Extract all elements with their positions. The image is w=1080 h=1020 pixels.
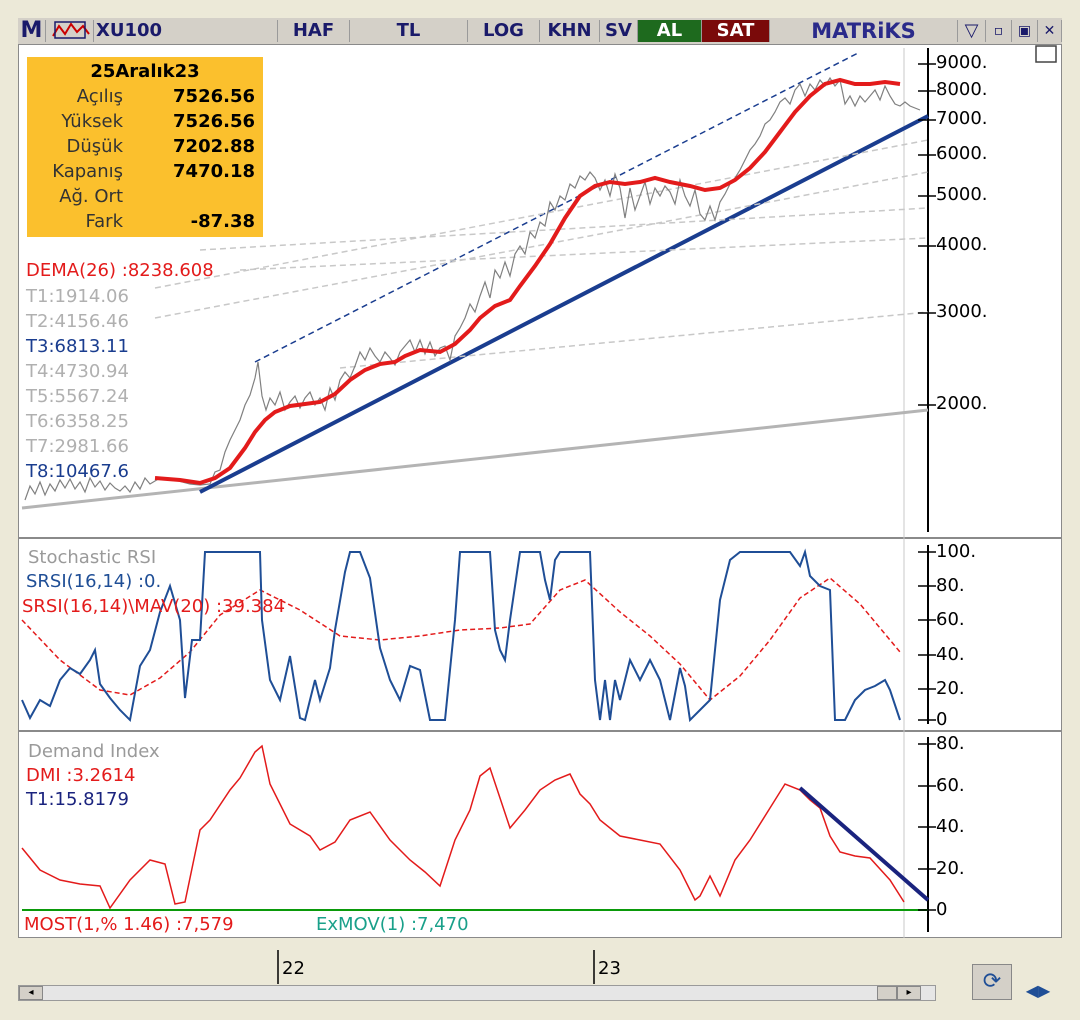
info-row-high: Yüksek 7526.56 — [61, 111, 255, 132]
price-tick-label: 7000. — [936, 108, 988, 129]
trend-label-t4: T4:4730.94 — [26, 361, 129, 382]
srsi-label: SRSI(16,14) :0. — [26, 571, 162, 592]
trend-line-t5 — [154, 171, 929, 319]
info-date: 25Aralık23 — [90, 61, 200, 82]
stoch-tick-label: 0 — [936, 709, 948, 730]
stoch-tick-label: 40. — [936, 644, 965, 665]
demand-tick-label: 40. — [936, 816, 965, 837]
demand-tick-label: 80. — [936, 733, 965, 754]
demand-tick-label: 20. — [936, 858, 965, 879]
prev-next-arrows-icon[interactable]: ◀▶ — [1018, 982, 1058, 1000]
demand-tick-label: 60. — [936, 775, 965, 796]
scroll-right-arrow-icon[interactable]: ▸ — [897, 986, 921, 1000]
info-row-close: Kapanış 7470.18 — [52, 161, 255, 182]
demand-trend-line[interactable] — [798, 786, 930, 902]
trend-line-t7 — [339, 311, 929, 369]
price-tick-label: 2000. — [936, 393, 988, 414]
price-tick-label: 3000. — [936, 301, 988, 322]
info-row-low: Düşük 7202.88 — [66, 136, 255, 157]
demand-t1-label: T1:15.8179 — [26, 789, 129, 810]
trend-line-t1 — [21, 408, 929, 510]
scroll-left-arrow-icon[interactable]: ◂ — [19, 986, 43, 1000]
exmov-label: ExMOV(1) :7,470 — [316, 914, 469, 935]
trend-line-t2 — [239, 237, 929, 271]
dema-label: DEMA(26) :8238.608 — [26, 260, 214, 281]
info-row-wavg: Ağ. Ort — [59, 186, 123, 207]
scroll-thumb[interactable] — [877, 986, 897, 1000]
stoch-tick-label: 100. — [936, 541, 977, 562]
refresh-icon[interactable]: ⟳ — [972, 964, 1012, 1000]
trend-label-t1: T1:1914.06 — [26, 286, 129, 307]
most-label: MOST(1,% 1.46) :7,579 — [24, 914, 234, 935]
trend-line-t8 — [254, 51, 861, 363]
trend-label-t3: T3:6813.11 — [26, 336, 129, 357]
trend-label-t8: T8:10467.6 — [26, 461, 129, 482]
trend-label-t5: T5:5567.24 — [26, 386, 129, 407]
demand-tick-label: 0 — [936, 899, 948, 920]
price-tick-label: 9000. — [936, 52, 988, 73]
time-label-22: 22 — [282, 958, 305, 979]
stoch-tick-label: 20. — [936, 678, 965, 699]
dema-line[interactable] — [154, 77, 901, 486]
info-row-change: Fark -87.38 — [85, 211, 255, 232]
stoch-title: Stochastic RSI — [28, 547, 157, 568]
info-row-open: Açılış 7526.56 — [76, 86, 255, 107]
stoch-tick-label: 80. — [936, 575, 965, 596]
dmi-label: DMI :3.2614 — [26, 765, 136, 786]
trend-label-t7: T7:2981.66 — [26, 436, 129, 457]
dmi-line[interactable] — [21, 744, 905, 910]
panel-resize-icon[interactable] — [1035, 45, 1057, 63]
trend-label-t2: T2:4156.46 — [26, 311, 129, 332]
trend-line-t3 — [199, 114, 929, 494]
price-tick-label: 4000. — [936, 234, 988, 255]
trend-line-t4 — [199, 207, 929, 251]
time-label-23: 23 — [598, 958, 621, 979]
price-tick-label: 5000. — [936, 184, 988, 205]
trend-label-t6: T6:6358.25 — [26, 411, 129, 432]
horizontal-scrollbar[interactable]: ◂ ▸ — [18, 985, 936, 1001]
stoch-tick-label: 60. — [936, 609, 965, 630]
demand-title: Demand Index — [28, 741, 160, 762]
price-tick-label: 6000. — [936, 143, 988, 164]
srsi-mav-label: SRSI(16,14)\MAV(20) :39.384 — [22, 596, 286, 617]
ohlc-info-box: 25Aralık23 Açılış 7526.56 Yüksek 7526.56 D… — [27, 57, 263, 237]
price-tick-label: 8000. — [936, 79, 988, 100]
